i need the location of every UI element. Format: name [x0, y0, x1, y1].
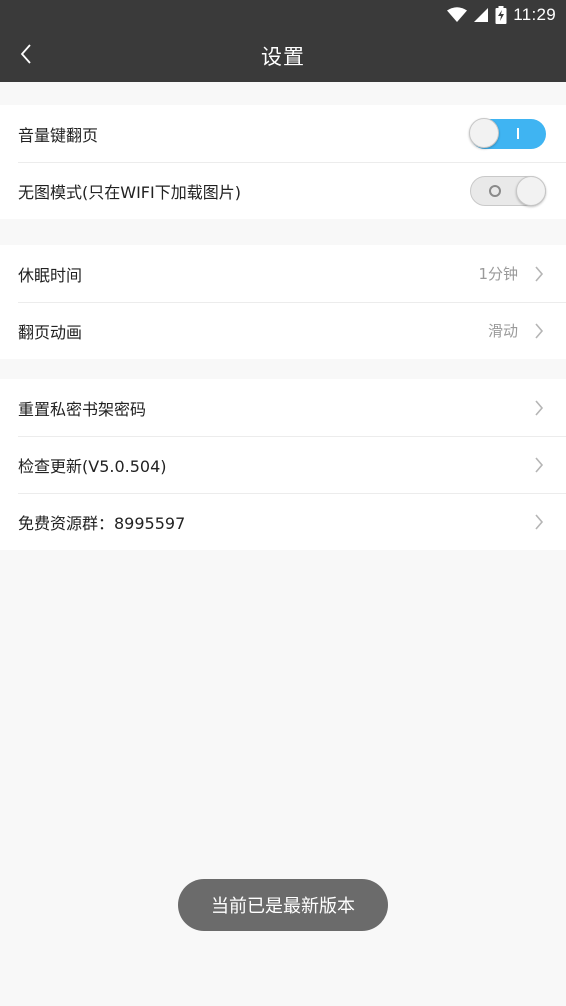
status-time: 11:29 — [513, 5, 556, 24]
setting-label: 无图模式(只在WIFI下加载图片) — [18, 182, 241, 202]
setting-volume-key-flip: 音量键翻页 — [0, 105, 566, 162]
back-button[interactable] — [10, 40, 42, 72]
setting-reset-private-password[interactable]: 重置私密书架密码 — [0, 379, 566, 436]
toggle-knob — [469, 117, 499, 148]
toast-message: 当前已是最新版本 — [178, 879, 388, 931]
setting-check-update[interactable]: 检查更新(V5.0.504) — [0, 436, 566, 493]
toggle-off-mark-icon — [489, 184, 501, 197]
chevron-right-icon — [532, 322, 546, 340]
setting-label: 休眠时间 — [18, 265, 83, 285]
setting-label: 免费资源群：8995597 — [18, 513, 186, 533]
chevron-right-icon — [532, 513, 546, 531]
setting-sleep-time[interactable]: 休眠时间 1分钟 — [0, 245, 566, 302]
chevron-right-icon — [532, 456, 546, 474]
battery-charging-icon — [495, 6, 507, 24]
app-header: 设置 — [0, 30, 566, 82]
settings-group-other: 重置私密书架密码 检查更新(V5.0.504) 免费资源群：8995597 — [0, 379, 566, 550]
chevron-left-icon — [19, 43, 33, 69]
status-bar: 11:29 — [0, 0, 566, 30]
chevron-right-icon — [532, 399, 546, 417]
setting-page-animation[interactable]: 翻页动画 滑动 — [0, 302, 566, 359]
settings-group-display: 休眠时间 1分钟 翻页动画 滑动 — [0, 245, 566, 359]
setting-label: 翻页动画 — [18, 322, 83, 342]
page-title: 设置 — [261, 45, 305, 69]
wifi-icon — [447, 7, 468, 23]
settings-screen: 11:29 设置 音量键翻页 无图模式(只在WIFI下加载图片) 休眠时间 1分… — [0, 0, 566, 1006]
setting-value: 1分钟 — [478, 265, 518, 283]
setting-free-resource-group[interactable]: 免费资源群：8995597 — [0, 493, 566, 550]
no-image-mode-toggle[interactable] — [470, 175, 546, 206]
toggle-knob — [516, 175, 546, 206]
setting-label: 重置私密书架密码 — [18, 399, 147, 419]
cell-signal-icon — [473, 7, 489, 23]
toggle-on-mark-icon — [517, 127, 519, 139]
setting-value: 滑动 — [487, 322, 518, 340]
volume-key-flip-toggle[interactable] — [469, 117, 546, 149]
setting-label: 检查更新(V5.0.504) — [18, 456, 167, 476]
setting-label: 音量键翻页 — [18, 125, 99, 145]
settings-group-reading: 音量键翻页 无图模式(只在WIFI下加载图片) — [0, 105, 566, 219]
setting-no-image-mode: 无图模式(只在WIFI下加载图片) — [0, 162, 566, 219]
chevron-right-icon — [532, 265, 546, 283]
